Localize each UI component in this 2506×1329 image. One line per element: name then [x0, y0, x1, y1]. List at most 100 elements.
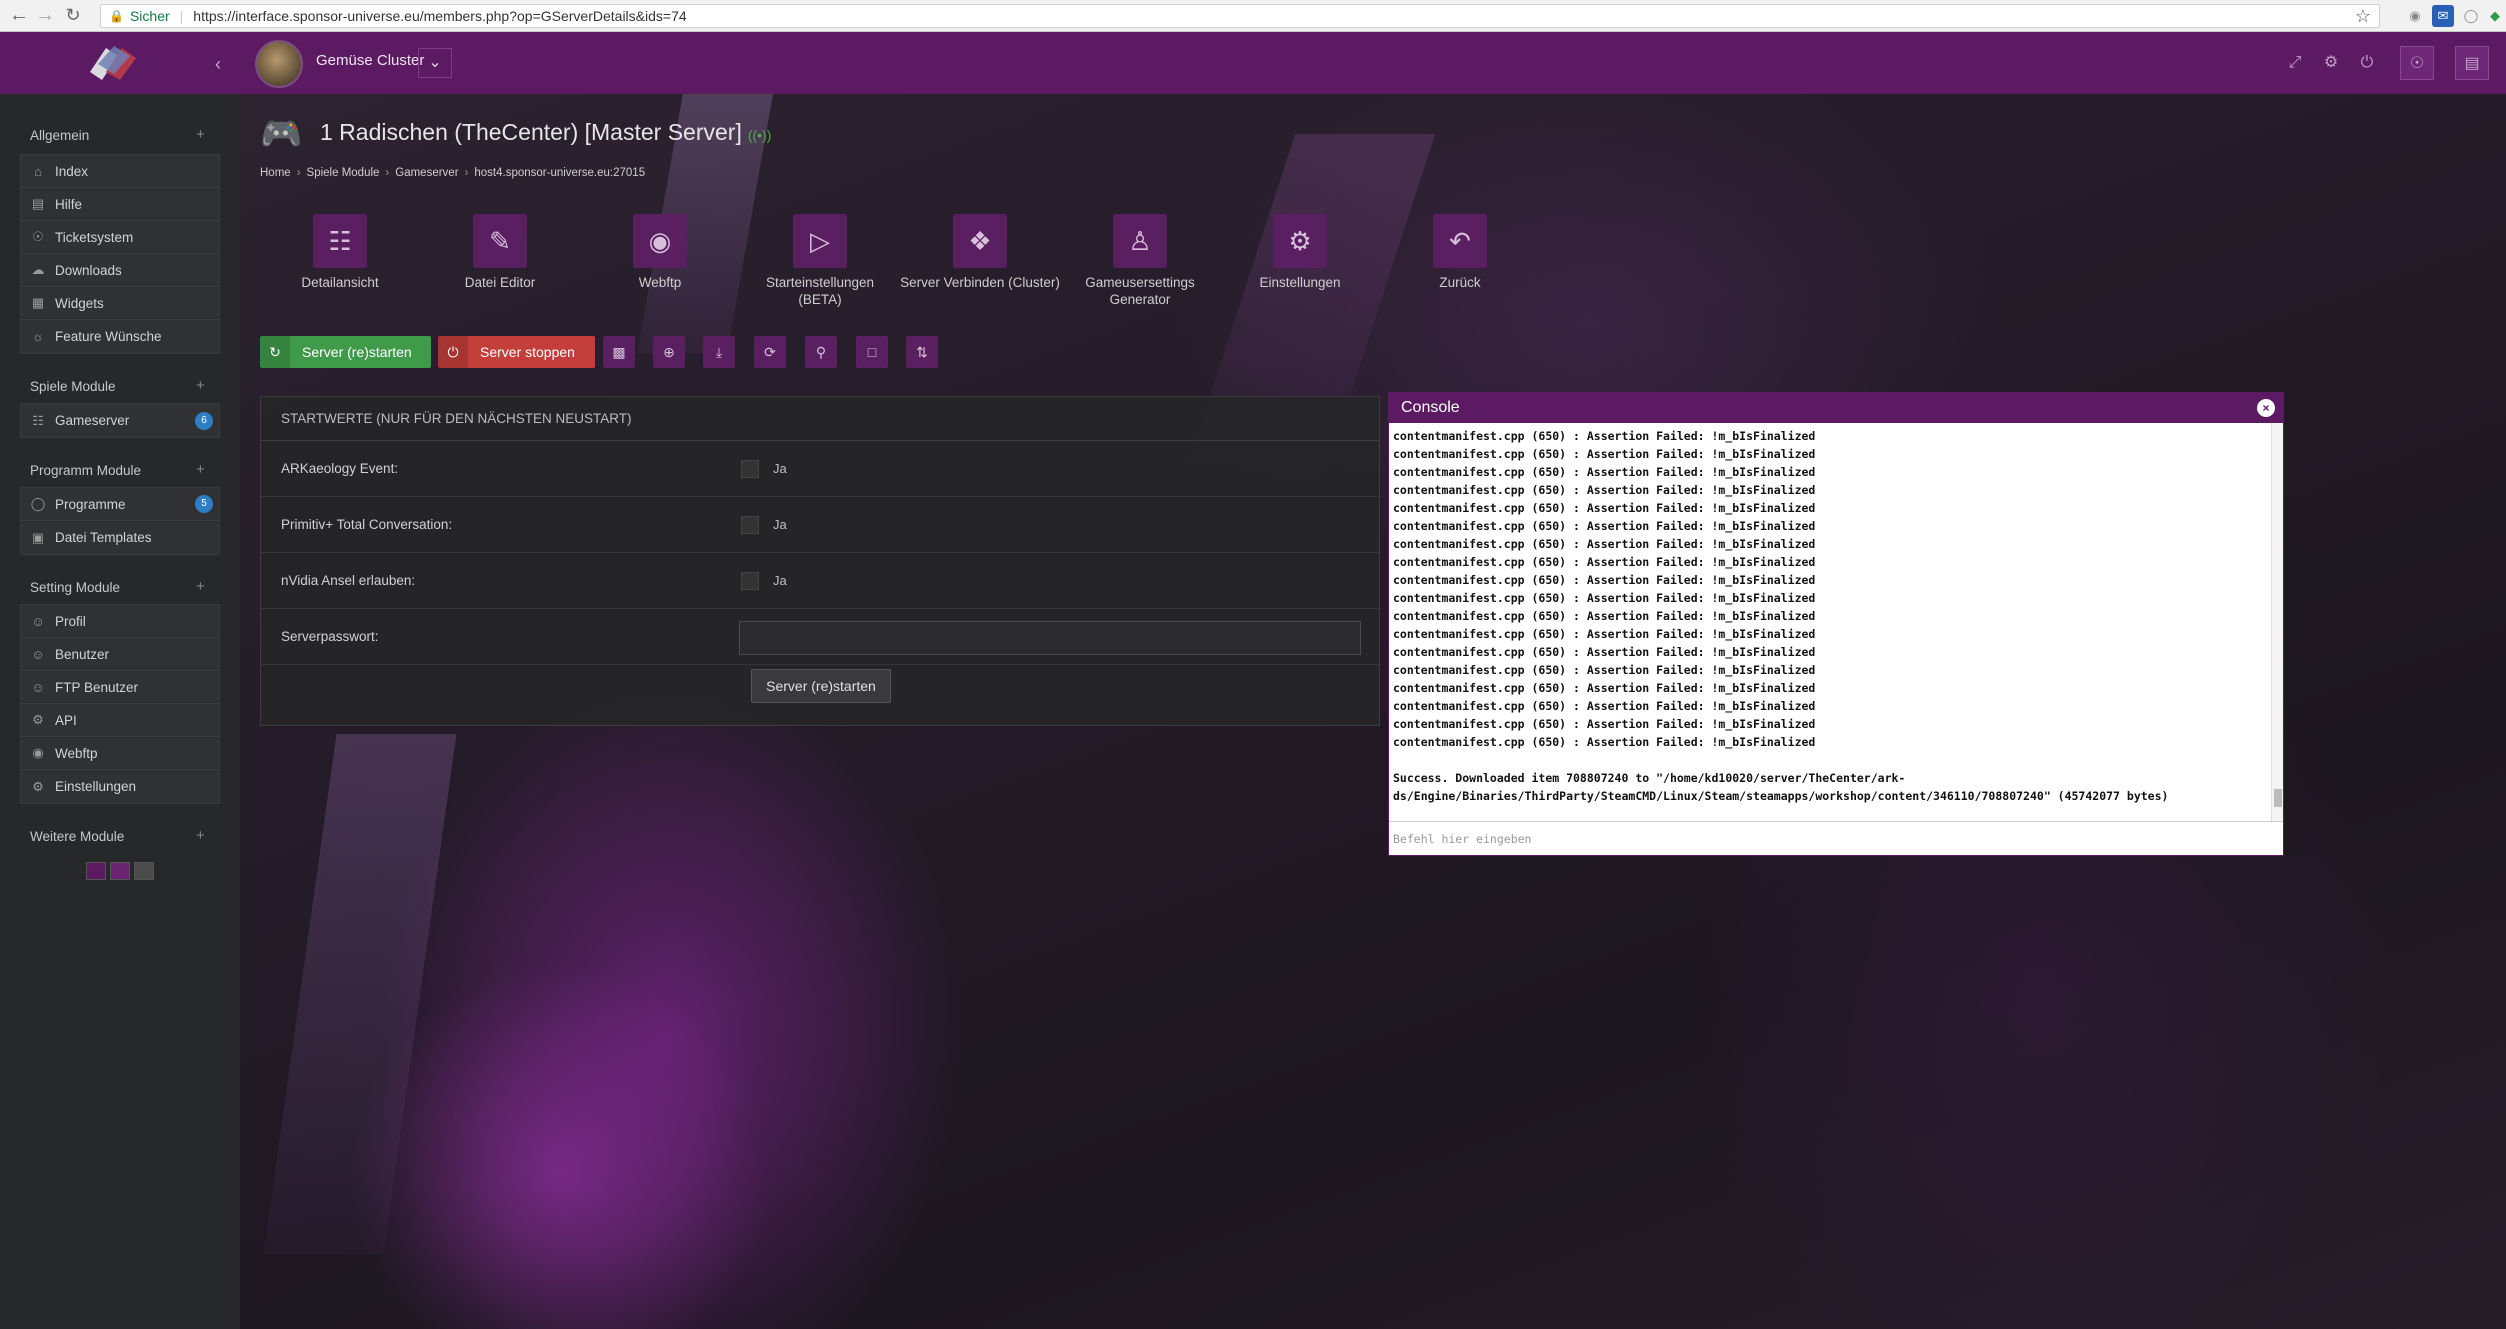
console-line: contentmanifest.cpp (650) : Assertion Fa… — [1393, 429, 1816, 443]
shield-icon[interactable]: ◆ — [2484, 5, 2506, 27]
plus-icon[interactable]: + — [196, 126, 205, 143]
sidebar-item-benutzer[interactable]: ☺ Benutzer — [21, 638, 219, 671]
tile-webftp[interactable]: ◉ Webftp — [595, 214, 725, 291]
form-row-arkaeology: ARKaeology Event: Ja — [261, 441, 1381, 497]
plus-icon[interactable]: + — [196, 578, 205, 595]
nvidia-ansel-checkbox[interactable] — [741, 572, 759, 590]
console-spacer — [1393, 751, 2269, 769]
logo-icon[interactable] — [84, 42, 142, 84]
breadcrumb-spiele-module[interactable]: Spiele Module — [307, 167, 380, 179]
sidebar-item-ticketsystem[interactable]: ☉ Ticketsystem — [21, 221, 219, 254]
refresh-icon[interactable]: ⟳ — [754, 336, 786, 368]
console-line: contentmanifest.cpp (650) : Assertion Fa… — [1393, 519, 1816, 533]
page-title: 1 Radischen (TheCenter) [Master Server] (… — [320, 119, 771, 146]
bookmark-star-icon[interactable]: ☆ — [2355, 5, 2371, 27]
gear-icon[interactable]: ⚙ — [2314, 46, 2348, 80]
submit-restart-button[interactable]: Server (re)starten — [751, 669, 891, 703]
sidebar-group-spiele: ☷ Gameserver 6 — [20, 403, 220, 438]
tile-einstellungen[interactable]: ⚙ Einstellungen — [1235, 214, 1365, 291]
sidebar-item-index[interactable]: ⌂ Index — [21, 155, 219, 188]
avatar[interactable] — [255, 40, 303, 88]
forward-arrow-icon[interactable]: → — [34, 4, 56, 26]
sidebar-item-label: Widgets — [55, 295, 104, 311]
back-arrow-icon[interactable]: ← — [8, 4, 30, 26]
console-success-line: ds/Engine/Binaries/ThirdParty/SteamCMD/L… — [1393, 789, 2169, 803]
plus-circle-icon[interactable]: ⊕ — [653, 336, 685, 368]
form-row-primitiv: Primitiv+ Total Conversation: Ja — [261, 497, 1381, 553]
field-label: ARKaeology Event: — [281, 461, 399, 476]
breadcrumb-gameserver[interactable]: Gameserver — [395, 167, 458, 179]
online-signal-icon: ((•)) — [747, 127, 772, 143]
user-icon: ☺ — [31, 646, 45, 662]
tile-datei-editor[interactable]: ✎ Datei Editor — [435, 214, 565, 291]
sidebar-item-widgets[interactable]: ▦ Widgets — [21, 287, 219, 320]
power-icon: ⏻ — [438, 336, 468, 368]
chevron-down-icon[interactable]: ⌄ — [418, 48, 452, 78]
server-stop-button[interactable]: ⏻ Server stoppen — [438, 336, 595, 368]
sidebar-item-profil[interactable]: ☺ Profil — [21, 605, 219, 638]
tile-detailansicht[interactable]: ☷ Detailansicht — [275, 214, 405, 291]
theme-swatch-violet[interactable] — [110, 862, 130, 880]
theme-swatch-purple[interactable] — [86, 862, 106, 880]
plus-icon[interactable]: + — [196, 827, 205, 844]
tile-label: Gameusersettings Generator — [1085, 275, 1195, 307]
sidebar-item-api[interactable]: ⚙ API — [21, 704, 219, 737]
sync-icon[interactable]: ⇅ — [906, 336, 938, 368]
console-line: contentmanifest.cpp (650) : Assertion Fa… — [1393, 591, 1816, 605]
reload-icon[interactable]: ↻ — [62, 4, 84, 26]
sidebar-item-downloads[interactable]: ☁ Downloads — [21, 254, 219, 287]
primitiv-checkbox[interactable] — [741, 516, 759, 534]
arkaeology-checkbox[interactable] — [741, 460, 759, 478]
console-line: contentmanifest.cpp (650) : Assertion Fa… — [1393, 537, 1816, 551]
console-command-input[interactable]: Befehl hier eingeben — [1389, 821, 2283, 855]
url-text: https://interface.sponsor-universe.eu/me… — [193, 8, 687, 24]
puzzle-icon: ▦ — [31, 295, 45, 310]
console-scrollbar[interactable] — [2271, 423, 2283, 821]
gears-icon: ⚙ — [1273, 214, 1327, 268]
close-icon[interactable]: × — [2257, 399, 2275, 417]
key-icon[interactable]: ⚲ — [805, 336, 837, 368]
server-restart-button[interactable]: ↻ Server (re)starten — [260, 336, 431, 368]
secure-label: Sicher — [129, 8, 170, 24]
breadcrumb: Home › Spiele Module › Gameserver › host… — [260, 167, 645, 179]
cloud-download-icon: ☁ — [31, 262, 45, 277]
extension-icon[interactable]: ◉ — [2404, 5, 2426, 27]
scrollbar-thumb[interactable] — [2274, 789, 2282, 807]
sidebar-item-feature-wuensche[interactable]: ☼ Feature Wünsche — [21, 320, 219, 353]
book-icon: ▤ — [31, 196, 45, 211]
tile-server-verbinden[interactable]: ❖ Server Verbinden (Cluster) — [895, 214, 1065, 291]
sidebar-item-einstellungen[interactable]: ⚙ Einstellungen — [21, 770, 219, 803]
download-icon[interactable]: ⤓ — [703, 336, 735, 368]
address-bar[interactable]: 🔒 Sicher | https://interface.sponsor-uni… — [100, 4, 2380, 28]
chevron-right-icon: › — [464, 167, 469, 179]
background-decoration — [263, 734, 457, 1254]
power-icon[interactable]: ⏻ — [2350, 46, 2384, 80]
plus-icon[interactable]: + — [196, 377, 205, 394]
breadcrumb-home[interactable]: Home — [260, 167, 291, 179]
cluster-name[interactable]: Gemüse Cluster — [316, 52, 424, 69]
extension-news-icon[interactable]: ✉ — [2432, 5, 2454, 27]
support-icon[interactable]: ☉ — [2400, 46, 2434, 80]
plus-icon[interactable]: + — [196, 461, 205, 478]
fullscreen-icon[interactable]: ⤢ — [2278, 46, 2312, 80]
book-open-icon[interactable]: ▤ — [2455, 46, 2489, 80]
theme-swatch-grey[interactable] — [134, 862, 154, 880]
sidebar-item-webftp[interactable]: ◉ Webftp — [21, 737, 219, 770]
sidebar-item-ftp-benutzer[interactable]: ☺ FTP Benutzer — [21, 671, 219, 704]
tile-zurueck[interactable]: ↶ Zurück — [1395, 214, 1525, 291]
server-password-input[interactable] — [739, 621, 1361, 655]
sidebar-item-hilfe[interactable]: ▤ Hilfe — [21, 188, 219, 221]
collapse-sidebar-icon[interactable]: ‹ — [206, 52, 230, 76]
terminal-icon[interactable]: ▩ — [603, 336, 635, 368]
sidebar-item-programme[interactable]: ◯ Programme 5 — [21, 488, 219, 521]
extension-circle-icon[interactable]: ◯ — [2460, 5, 2482, 27]
file-icon[interactable]: □ — [856, 336, 888, 368]
sidebar-item-datei-templates[interactable]: ▣ Datei Templates — [21, 521, 219, 554]
console-line: contentmanifest.cpp (650) : Assertion Fa… — [1393, 663, 1816, 677]
sidebar-item-gameserver[interactable]: ☷ Gameserver 6 — [21, 404, 219, 437]
panel-heading: STARTWERTE (NUR FÜR DEN NÄCHSTEN NEUSTAR… — [261, 397, 1379, 441]
tile-gameusersettings[interactable]: ♙ Gameusersettings Generator — [1075, 214, 1205, 308]
pencil-icon: ✎ — [473, 214, 527, 268]
field-label: Serverpasswort: — [281, 629, 379, 644]
tile-starteinstellungen[interactable]: ▷ Starteinstellungen (BETA) — [753, 214, 887, 308]
